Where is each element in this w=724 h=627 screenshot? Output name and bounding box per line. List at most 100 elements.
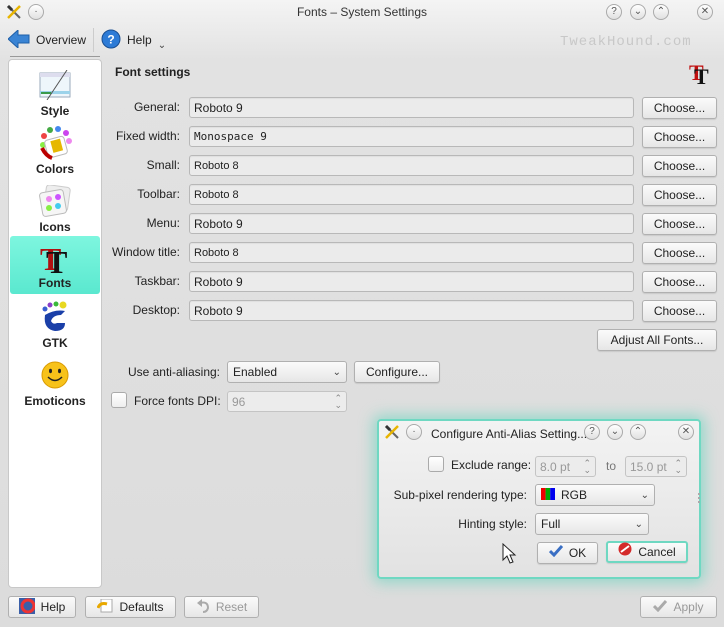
chevron-down-icon: ⌄ bbox=[332, 366, 341, 378]
subpixel-combo[interactable]: RGB ⌄ bbox=[535, 484, 655, 506]
checkmark-icon bbox=[548, 543, 563, 563]
ok-button[interactable]: OK bbox=[537, 542, 598, 564]
keep-above-button[interactable]: · bbox=[406, 424, 422, 440]
force-dpi-value: 96 bbox=[232, 394, 246, 409]
choose-fixed-width-button[interactable]: Choose... bbox=[642, 126, 717, 148]
antialias-combo[interactable]: Enabled ⌄ bbox=[227, 361, 347, 383]
choose-general-button[interactable]: Choose... bbox=[642, 97, 717, 119]
ok-label: OK bbox=[568, 546, 587, 560]
fixed-width-label: Fixed width: bbox=[115, 129, 180, 143]
svg-text:?: ? bbox=[107, 32, 114, 46]
help-circle-icon: ? bbox=[101, 29, 121, 52]
taskbar-font-field: Roboto 9 bbox=[189, 271, 634, 292]
choose-toolbar-button[interactable]: Choose... bbox=[642, 184, 717, 206]
menu-font-field: Roboto 9 bbox=[189, 213, 634, 234]
apply-label: Apply bbox=[673, 600, 704, 614]
force-dpi-label: Force fonts DPI: bbox=[134, 394, 221, 408]
sidebar-item-label: GTK bbox=[42, 336, 68, 350]
watermark: TweakHound.com bbox=[560, 34, 692, 50]
dialog-minimize-button[interactable]: ⌄ bbox=[607, 424, 623, 440]
window-title-label: Window title: bbox=[111, 245, 180, 259]
minimize-button[interactable]: ⌄ bbox=[630, 4, 646, 20]
apply-button[interactable]: Apply bbox=[640, 596, 717, 618]
cancel-button[interactable]: Cancel bbox=[606, 541, 688, 563]
chevron-down-icon: ⌄ bbox=[640, 489, 649, 501]
range-from-spinbox[interactable]: 8.0 pt ⌃ ⌄ bbox=[535, 456, 596, 477]
spin-arrows-icon: ⌃ ⌄ bbox=[674, 457, 682, 475]
toolbar-underline bbox=[10, 56, 100, 57]
force-dpi-checkbox[interactable] bbox=[111, 392, 127, 408]
tools-icon[interactable] bbox=[384, 424, 400, 440]
choose-window-title-button[interactable]: Choose... bbox=[642, 242, 717, 264]
antialias-dialog: · Configure Anti-Alias Setting... ? ⌄ ⌃ … bbox=[377, 419, 701, 579]
range-to-spinbox[interactable]: 15.0 pt ⌃ ⌄ bbox=[625, 456, 687, 477]
spin-arrows-icon: ⌃ ⌄ bbox=[583, 457, 591, 475]
spin-arrows-icon: ⌃ ⌄ bbox=[334, 392, 342, 410]
choose-menu-button[interactable]: Choose... bbox=[642, 213, 717, 235]
cancel-label: Cancel bbox=[638, 545, 676, 559]
dialog-maximize-button[interactable]: ⌃ bbox=[630, 424, 646, 440]
general-label: General: bbox=[133, 100, 180, 114]
adjust-all-fonts-button[interactable]: Adjust All Fonts... bbox=[597, 329, 717, 351]
choose-small-button[interactable]: Choose... bbox=[642, 155, 717, 177]
section-title: Font settings bbox=[115, 65, 191, 79]
antialias-value: Enabled bbox=[233, 365, 278, 379]
fixed-width-font-field: Monospace 9 bbox=[189, 126, 634, 147]
general-font-field: Roboto 9 bbox=[189, 97, 634, 118]
reset-button[interactable]: Reset bbox=[184, 596, 259, 618]
cancel-icon bbox=[618, 542, 632, 562]
exclude-range-checkbox[interactable] bbox=[428, 456, 444, 472]
force-dpi-spinbox[interactable]: 96 ⌃ ⌄ bbox=[227, 391, 347, 412]
sidebar-item-emoticons[interactable]: Emoticons bbox=[10, 354, 100, 412]
subpixel-label: Sub-pixel rendering type: bbox=[393, 488, 527, 502]
dialog-help-button[interactable]: ? bbox=[584, 424, 600, 440]
chevron-down-icon: ⌄ bbox=[634, 518, 643, 530]
range-to-value: 15.0 pt bbox=[630, 459, 667, 474]
back-arrow-icon bbox=[7, 28, 30, 51]
resize-grip[interactable] bbox=[698, 493, 701, 503]
reset-label: Reset bbox=[215, 600, 248, 614]
window-title-font-field: Roboto 8 bbox=[189, 242, 634, 263]
maximize-button[interactable]: ⌃ bbox=[653, 4, 669, 20]
defaults-label: Defaults bbox=[119, 600, 164, 614]
footer-help-label: Help bbox=[40, 600, 66, 614]
checkmark-icon bbox=[653, 599, 668, 615]
help-menu-button[interactable]: ? Help ⌄ bbox=[101, 28, 166, 52]
dialog-title: Configure Anti-Alias Setting... bbox=[431, 427, 588, 441]
choose-taskbar-button[interactable]: Choose... bbox=[642, 271, 717, 293]
exclude-range-label: Exclude range: bbox=[451, 458, 532, 472]
help-title-button[interactable]: ? bbox=[606, 4, 622, 20]
desktop-label: Desktop: bbox=[132, 303, 180, 317]
undo-icon bbox=[196, 598, 210, 616]
title-bar: · Fonts – System Settings ? ⌄ ⌃ ✕ bbox=[0, 0, 724, 24]
desktop-font-field: Roboto 9 bbox=[189, 300, 634, 321]
overview-button[interactable]: Overview bbox=[7, 28, 87, 52]
menu-label: Menu: bbox=[146, 216, 180, 230]
antialias-label: Use anti-aliasing: bbox=[127, 365, 220, 379]
small-font-field: Roboto 8 bbox=[189, 155, 634, 176]
sidebar-item-label: Emoticons bbox=[24, 394, 86, 408]
choose-desktop-button[interactable]: Choose... bbox=[642, 300, 717, 322]
close-button[interactable]: ✕ bbox=[697, 4, 713, 20]
svg-text:T: T bbox=[694, 64, 709, 86]
dialog-close-button[interactable]: ✕ bbox=[678, 424, 694, 440]
range-from-value: 8.0 pt bbox=[540, 459, 571, 474]
help-label: Help bbox=[127, 33, 152, 47]
defaults-button[interactable]: Defaults bbox=[85, 596, 176, 618]
toolbar-font-field: Roboto 8 bbox=[189, 184, 634, 205]
hinting-label: Hinting style: bbox=[458, 517, 527, 531]
configure-button[interactable]: Configure... bbox=[354, 361, 440, 383]
fonts-logo-icon: TT bbox=[689, 60, 713, 89]
footer-help-button[interactable]: Help bbox=[8, 596, 76, 618]
toolbar-label: Toolbar: bbox=[137, 187, 180, 201]
rgb-icon bbox=[541, 487, 555, 503]
hinting-combo[interactable]: Full ⌄ bbox=[535, 513, 649, 535]
defaults-icon bbox=[97, 598, 113, 616]
overview-label: Overview bbox=[36, 33, 87, 47]
toolbar-separator bbox=[93, 28, 94, 52]
mouse-cursor-icon bbox=[502, 542, 518, 565]
hinting-value: Full bbox=[541, 517, 561, 531]
small-label: Small: bbox=[146, 158, 180, 172]
help-lifebuoy-icon bbox=[18, 597, 36, 617]
chevron-down-icon: ⌄ bbox=[157, 39, 167, 51]
